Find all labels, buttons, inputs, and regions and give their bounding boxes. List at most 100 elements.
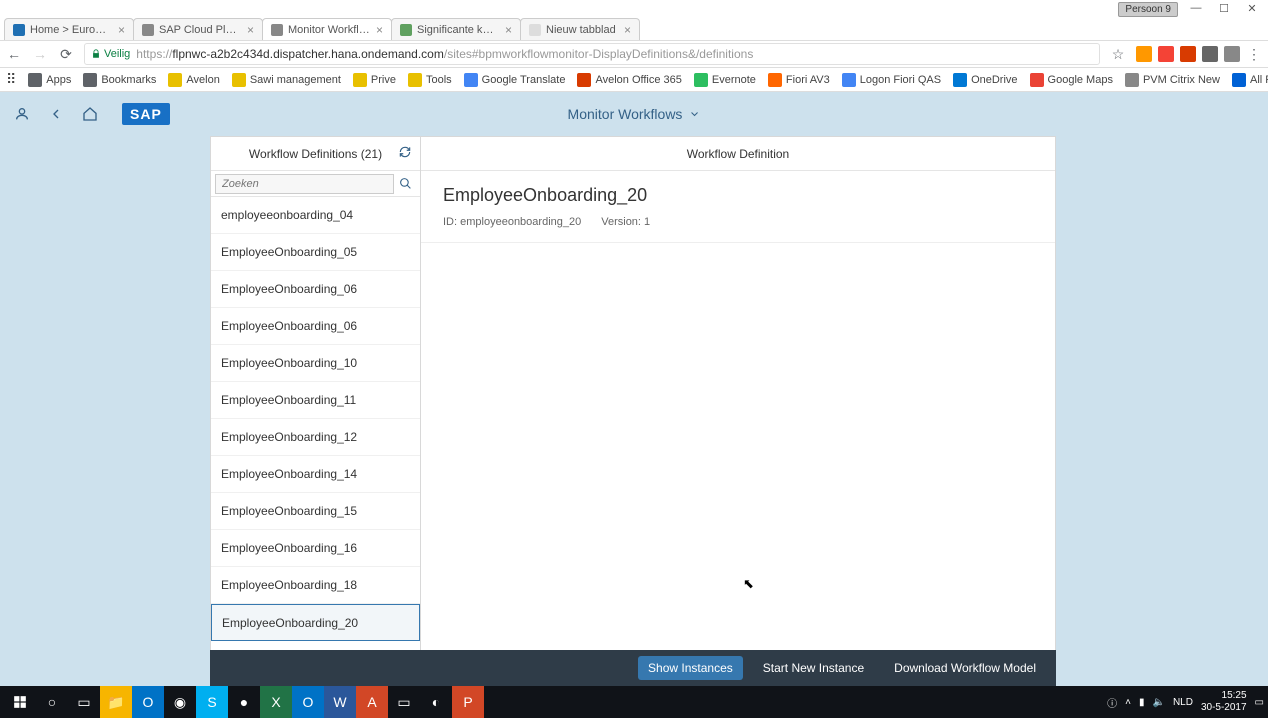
list-item[interactable]: EmployeeOnboarding_11 (211, 382, 420, 419)
start-button[interactable] (4, 686, 36, 718)
volume-icon[interactable]: 🔈 (1152, 697, 1164, 708)
tab-close-icon[interactable]: × (624, 23, 631, 37)
list-item[interactable]: EmployeeOnboarding_06 (211, 271, 420, 308)
titlebar: Persoon 9 ― ☐ ✕ (0, 0, 1268, 16)
download-model-button[interactable]: Download Workflow Model (884, 656, 1046, 680)
bookmark-item[interactable]: PVM Citrix New (1125, 73, 1220, 87)
ext-icon[interactable] (1158, 46, 1174, 62)
list-item[interactable]: EmployeeOnboarding_16 (211, 530, 420, 567)
tab-close-icon[interactable]: × (247, 23, 254, 37)
bookmark-item[interactable]: Evernote (694, 73, 756, 87)
back-button[interactable]: ← (6, 46, 22, 62)
tab-close-icon[interactable]: × (505, 23, 512, 37)
chrome-icon[interactable]: ◉ (164, 686, 196, 718)
bookmark-item[interactable]: Prive (353, 73, 396, 87)
tab-favicon (400, 24, 412, 36)
outlook2-icon[interactable]: O (292, 686, 324, 718)
powerpoint-icon[interactable]: P (452, 686, 484, 718)
outlook-icon[interactable]: O (132, 686, 164, 718)
object-header: EmployeeOnboarding_20 ID: employeeonboar… (421, 171, 1055, 242)
bookmark-item[interactable]: Logon Fiori QAS (842, 73, 941, 87)
refresh-icon[interactable] (398, 145, 412, 159)
tab-title: Monitor Workflows (288, 24, 370, 36)
explorer-icon[interactable]: 📁 (100, 686, 132, 718)
bookmark-item[interactable]: Tools (408, 73, 452, 87)
forward-button[interactable]: → (32, 46, 48, 62)
browser-tab[interactable]: Monitor Workflows × (262, 18, 392, 40)
list-item[interactable]: EmployeeOnboarding_05 (211, 234, 420, 271)
persona-button[interactable]: Persoon 9 (1118, 2, 1178, 17)
shell-title[interactable]: Monitor Workflows (568, 106, 701, 122)
acrobat-icon[interactable]: A (356, 686, 388, 718)
bookmark-item[interactable]: Avelon Office 365 (577, 73, 681, 87)
app-icon[interactable]: ● (228, 686, 260, 718)
bookmark-item[interactable]: OneDrive (953, 73, 1017, 87)
taskbar-left: ○ ▭ 📁 O ◉ S ● X O W A ▭ ◐ P (4, 686, 484, 718)
tab-close-icon[interactable]: × (376, 23, 383, 37)
skype-icon[interactable]: S (196, 686, 228, 718)
user-icon[interactable] (14, 106, 30, 122)
notifications-icon[interactable]: ▭ (1255, 697, 1264, 708)
tray-icon[interactable]: ⓘ (1107, 695, 1117, 710)
tab-close-icon[interactable]: × (118, 23, 125, 37)
definition-list[interactable]: employeeonboarding_04EmployeeOnboarding_… (211, 197, 420, 665)
apps-grid-icon[interactable]: ⠿ (6, 71, 16, 88)
list-item[interactable]: EmployeeOnboarding_14 (211, 456, 420, 493)
word-icon[interactable]: W (324, 686, 356, 718)
object-meta: ID: employeeonboarding_20 Version: 1 (443, 216, 1033, 228)
lang-indicator[interactable]: NLD (1173, 697, 1193, 708)
ext-icon[interactable] (1180, 46, 1196, 62)
ext-icon[interactable] (1224, 46, 1240, 62)
bookmark-item[interactable]: Sawi management (232, 73, 341, 87)
excel-icon[interactable]: X (260, 686, 292, 718)
clock[interactable]: 15:25 30-5-2017 (1201, 690, 1247, 714)
list-item[interactable]: EmployeeOnboarding_18 (211, 567, 420, 604)
reload-button[interactable]: ⟳ (58, 46, 74, 62)
list-item[interactable]: EmployeeOnboarding_12 (211, 419, 420, 456)
url-bar[interactable]: Veilig https://flpnwc-a2b2c434d.dispatch… (84, 43, 1100, 65)
master-panel: Workflow Definitions (21) employeeonboar… (211, 137, 421, 665)
bookmark-item[interactable]: Google Translate (464, 73, 566, 87)
bookmark-icon (953, 73, 967, 87)
start-instance-button[interactable]: Start New Instance (753, 656, 874, 680)
search-taskbar-icon[interactable]: ○ (36, 686, 68, 718)
menu-icon[interactable]: ⋮ (1246, 46, 1262, 62)
browser-tab[interactable]: SAP Cloud Platform Wo...× (133, 18, 263, 40)
taskview-icon[interactable]: ▭ (68, 686, 100, 718)
bookmark-item[interactable]: Bookmarks (83, 73, 156, 87)
tab-favicon (529, 24, 541, 36)
bookmark-item[interactable]: Avelon (168, 73, 219, 87)
tray-chevron-icon[interactable]: ˄ (1125, 697, 1131, 708)
list-item[interactable]: EmployeeOnboarding_20 (211, 604, 420, 641)
ext-icon[interactable] (1136, 46, 1152, 62)
browser-tab[interactable]: Significante kostenredu...× (391, 18, 521, 40)
minimize-button[interactable]: ― (1182, 0, 1210, 16)
back-icon[interactable] (48, 106, 64, 122)
fiori-shell: SAP Monitor Workflows Workflow Definitio… (0, 92, 1268, 686)
browser-tab[interactable]: Nieuw tabblad× (520, 18, 640, 40)
bookmark-item[interactable]: All Files | Powered By (1232, 73, 1268, 87)
list-item[interactable]: employeeonboarding_04 (211, 197, 420, 234)
bookmark-icon (353, 73, 367, 87)
bookmark-item[interactable]: Fiori AV3 (768, 73, 830, 87)
search-icon (399, 177, 412, 190)
bookmark-item[interactable]: Apps (28, 73, 71, 87)
search-button[interactable] (394, 177, 416, 190)
sap-logo: SAP (122, 103, 170, 125)
network-icon[interactable]: ▮ (1139, 697, 1145, 708)
app-icon[interactable]: ◐ (420, 686, 452, 718)
ext-icon[interactable] (1202, 46, 1218, 62)
bookmark-item[interactable]: Google Maps (1030, 73, 1113, 87)
search-input[interactable] (215, 174, 394, 194)
list-item[interactable]: EmployeeOnboarding_10 (211, 345, 420, 382)
star-icon[interactable]: ☆ (1110, 46, 1126, 62)
home-icon[interactable] (82, 106, 98, 122)
maximize-button[interactable]: ☐ (1210, 0, 1238, 16)
list-item[interactable]: EmployeeOnboarding_06 (211, 308, 420, 345)
object-title: EmployeeOnboarding_20 (443, 185, 1033, 206)
browser-tab[interactable]: Home > Europe (Rot) ...× (4, 18, 134, 40)
list-item[interactable]: EmployeeOnboarding_15 (211, 493, 420, 530)
app-icon[interactable]: ▭ (388, 686, 420, 718)
close-button[interactable]: ✕ (1238, 0, 1266, 16)
show-instances-button[interactable]: Show Instances (638, 656, 743, 680)
